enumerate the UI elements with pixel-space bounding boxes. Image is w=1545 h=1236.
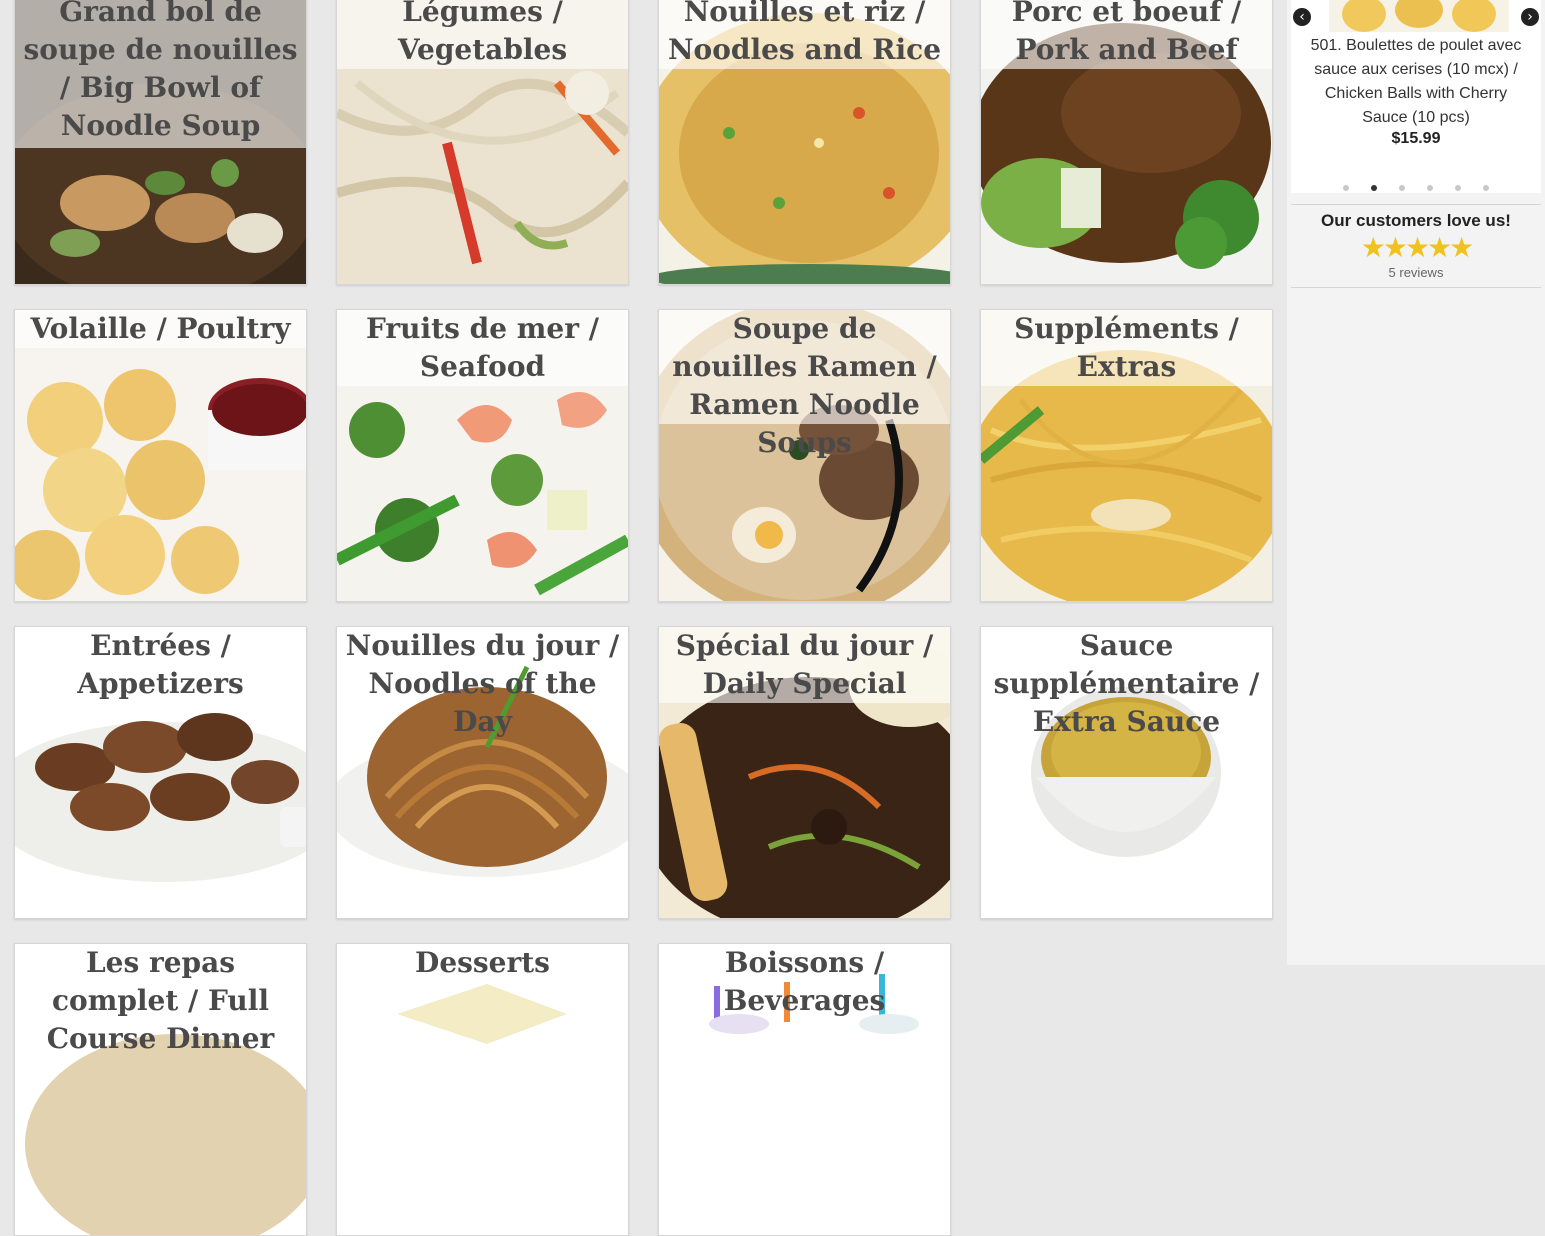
category-card-appetizers[interactable]: Entrées / Appetizers bbox=[14, 626, 307, 919]
carousel-dot-5[interactable] bbox=[1455, 185, 1461, 191]
star-icon: ★ bbox=[1427, 231, 1452, 264]
desserts-photo bbox=[337, 944, 628, 1235]
chevron-left-icon: ‹ bbox=[1299, 9, 1305, 25]
category-title: Nouilles du jour / Noodles of the Day bbox=[345, 629, 620, 738]
reviews-widget[interactable]: Our customers love us! ★★★★★ 5 reviews bbox=[1291, 204, 1541, 288]
carousel-dot-3[interactable] bbox=[1399, 185, 1405, 191]
category-card-poultry[interactable]: Volaille / Poultry bbox=[14, 309, 307, 602]
review-count[interactable]: 5 reviews bbox=[1291, 265, 1541, 280]
featured-item-name[interactable]: 501. Boulettes de poulet avec sauce aux … bbox=[1303, 34, 1529, 130]
chicken-balls-photo bbox=[15, 310, 306, 601]
category-card-daily-special[interactable]: Spécial du jour / Daily Special bbox=[658, 626, 951, 919]
star-rating: ★★★★★ bbox=[1291, 231, 1541, 265]
featured-carousel: ‹ › 501. Boulettes de poulet avec sauce … bbox=[1291, 0, 1541, 193]
carousel-pagination bbox=[1291, 176, 1541, 195]
category-card-beverages[interactable]: Boissons / Beverages bbox=[658, 943, 951, 1236]
chicken-balls-thumbnail bbox=[1329, 0, 1509, 32]
carousel-next-button[interactable]: › bbox=[1521, 8, 1539, 26]
category-title: Suppléments / Extras bbox=[1014, 312, 1239, 383]
category-title: Sauce supplémentaire / Extra Sauce bbox=[993, 629, 1260, 738]
category-card-extra-sauce[interactable]: Sauce supplémentaire / Extra Sauce bbox=[980, 626, 1273, 919]
category-title: Boissons / Beverages bbox=[723, 946, 886, 1017]
category-title: Volaille / Poultry bbox=[30, 312, 291, 345]
featured-item-price: $15.99 bbox=[1391, 130, 1441, 147]
category-card-pork-beef[interactable]: Porc et boeuf / Pork and Beef bbox=[980, 0, 1273, 285]
carousel-prev-button[interactable]: ‹ bbox=[1293, 8, 1311, 26]
category-grid: Grand bol de soupe de nouilles / Big Bow… bbox=[0, 0, 1287, 1236]
carousel-dot-4[interactable] bbox=[1427, 185, 1433, 191]
category-title: Porc et boeuf / Pork and Beef bbox=[1011, 0, 1242, 66]
category-card-seafood[interactable]: Fruits de mer / Seafood bbox=[336, 309, 629, 602]
category-title: Desserts bbox=[415, 946, 550, 979]
category-title: Fruits de mer / Seafood bbox=[366, 312, 599, 383]
star-icon: ★ bbox=[1404, 231, 1430, 264]
carousel-dot-6[interactable] bbox=[1483, 185, 1489, 191]
featured-item-image[interactable] bbox=[1329, 0, 1509, 32]
category-card-noodles-rice[interactable]: Nouilles et riz / Noodles and Rice bbox=[658, 0, 951, 285]
category-title: Les repas complet / Full Course Dinner bbox=[46, 946, 275, 1055]
category-card-noodle-soup[interactable]: Grand bol de soupe de nouilles / Big Bow… bbox=[14, 0, 307, 285]
star-icon: ★ bbox=[1360, 231, 1386, 264]
category-title: Entrées / Appetizers bbox=[77, 629, 244, 700]
category-title: Nouilles et riz / Noodles and Rice bbox=[667, 0, 942, 66]
category-card-vegetables[interactable]: Légumes / Vegetables bbox=[336, 0, 629, 285]
category-title: Spécial du jour / Daily Special bbox=[675, 629, 934, 700]
category-card-noodles-of-day[interactable]: Nouilles du jour / Noodles of the Day bbox=[336, 626, 629, 919]
chevron-right-icon: › bbox=[1527, 9, 1533, 25]
category-title: Soupe de nouilles Ramen / Ramen Noodle S… bbox=[672, 312, 937, 459]
category-card-full-course-dinner[interactable]: Les repas complet / Full Course Dinner bbox=[14, 943, 307, 1236]
category-card-ramen[interactable]: Soupe de nouilles Ramen / Ramen Noodle S… bbox=[658, 309, 951, 602]
carousel-dot-1[interactable] bbox=[1343, 185, 1349, 191]
category-card-extras[interactable]: Suppléments / Extras bbox=[980, 309, 1273, 602]
carousel-dot-2[interactable] bbox=[1371, 185, 1377, 191]
sidebar: ‹ › 501. Boulettes de poulet avec sauce … bbox=[1287, 0, 1545, 965]
star-icon: ★ bbox=[1449, 231, 1474, 264]
star-icon: ★ bbox=[1382, 231, 1408, 264]
category-card-desserts[interactable]: Desserts bbox=[336, 943, 629, 1236]
category-title: Grand bol de soupe de nouilles / Big Bow… bbox=[23, 0, 298, 142]
reviews-title: Our customers love us! bbox=[1321, 211, 1511, 230]
category-title: Légumes / Vegetables bbox=[397, 0, 568, 66]
